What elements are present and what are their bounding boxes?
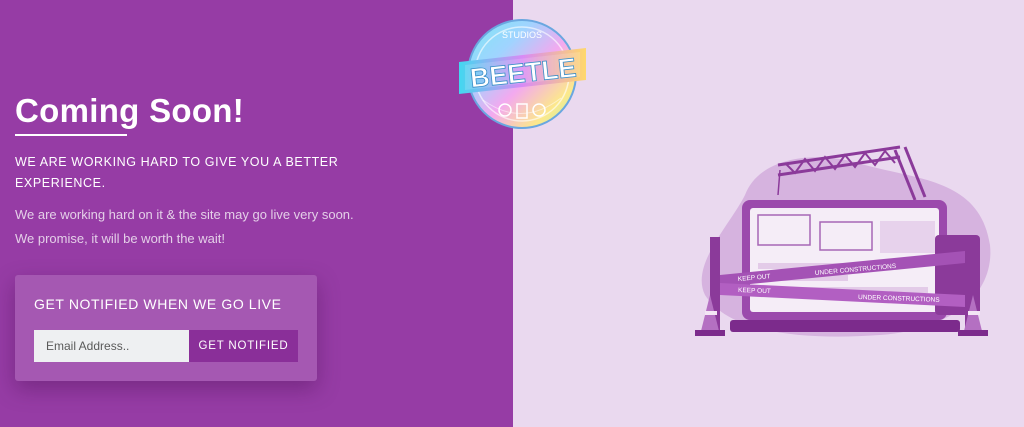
page-subtitle: WE ARE WORKING HARD TO GIVE YOU A BETTER…	[15, 155, 339, 190]
logo-small-text: STUDIOS	[502, 30, 542, 40]
left-panel: Coming Soon! WE ARE WORKING HARD TO GIVE…	[0, 0, 513, 427]
get-notified-button[interactable]: GET NOTIFIED	[189, 330, 298, 362]
notify-title: GET NOTIFIED WHEN WE GO LIVE	[34, 296, 282, 312]
tape-label-keep-out: KEEP OUT	[738, 287, 771, 295]
notify-form: GET NOTIFIED WHEN WE GO LIVE GET NOTIFIE…	[15, 275, 317, 381]
page-title: Coming Soon!	[15, 92, 245, 129]
title-underline	[15, 134, 127, 136]
under-construction-illustration: KEEP OUT UNDER CONSTRUCTIONS KEEP OUT UN…	[695, 145, 991, 337]
beetle-logo: STUDIOS BEETLE	[459, 19, 586, 129]
page-description: We are working hard on it & the site may…	[15, 207, 354, 246]
email-field[interactable]	[34, 330, 189, 362]
laptop-base	[730, 320, 960, 332]
